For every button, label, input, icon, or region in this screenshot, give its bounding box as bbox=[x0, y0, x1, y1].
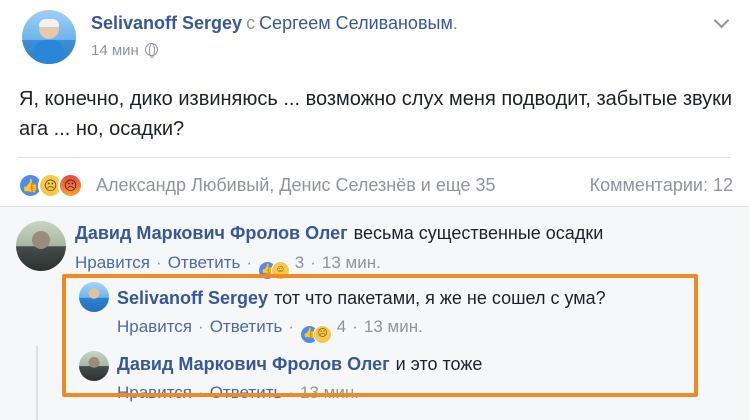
separator-dot: · bbox=[310, 253, 316, 272]
post-time[interactable]: 14 мин bbox=[91, 42, 158, 59]
comment-body: Давид Маркович Фролов Олег весьма существ… bbox=[75, 223, 603, 244]
divider bbox=[18, 157, 731, 158]
post-time-text[interactable]: 14 мин bbox=[91, 42, 139, 59]
post-header: Selivanoff Sergey с Сергеем Селивановым. bbox=[91, 13, 458, 34]
reply-thread-line bbox=[36, 346, 38, 420]
facebook-post: Selivanoff Sergey с Сергеем Селивановым. 1… bbox=[0, 0, 749, 420]
reactions-count[interactable]: 3 bbox=[295, 253, 304, 272]
avatar-shirt bbox=[34, 40, 64, 64]
post-text: Я, конечно, дико извиняюсь ... возможно … bbox=[19, 88, 733, 140]
globe-icon bbox=[144, 43, 158, 58]
comment-text: весьма существенные осадки bbox=[353, 223, 604, 243]
commenter-name[interactable]: Давид Маркович Фролов Олег bbox=[75, 223, 348, 243]
like-link[interactable]: Нравится bbox=[75, 253, 150, 272]
author-avatar[interactable] bbox=[22, 10, 76, 64]
highlight-box bbox=[62, 274, 698, 397]
separator-dot: · bbox=[246, 253, 253, 272]
chevron-down-icon[interactable] bbox=[711, 14, 733, 30]
avatar-cap bbox=[39, 19, 59, 27]
comments-count[interactable]: Комментарии: 12 bbox=[590, 175, 733, 196]
reactions-summary: 👍 ☹ ☹ Александр Любивый, Денис Селезнёв … bbox=[18, 171, 733, 201]
tagged-person[interactable]: Сергеем Селивановым bbox=[259, 13, 453, 33]
with-word: с bbox=[246, 13, 256, 33]
reply-link[interactable]: Ответить bbox=[168, 253, 241, 272]
separator-dot: · bbox=[156, 253, 162, 272]
tagged-suffix: . bbox=[452, 13, 458, 33]
angry-icon: ☹ bbox=[58, 173, 83, 198]
reactors-list[interactable]: Александр Любивый, Денис Селезнёв и еще … bbox=[96, 175, 496, 196]
commenter-avatar[interactable] bbox=[16, 221, 66, 271]
comment-time[interactable]: 13 мин. bbox=[322, 253, 381, 272]
author-name[interactable]: Selivanoff Sergey bbox=[91, 13, 242, 33]
